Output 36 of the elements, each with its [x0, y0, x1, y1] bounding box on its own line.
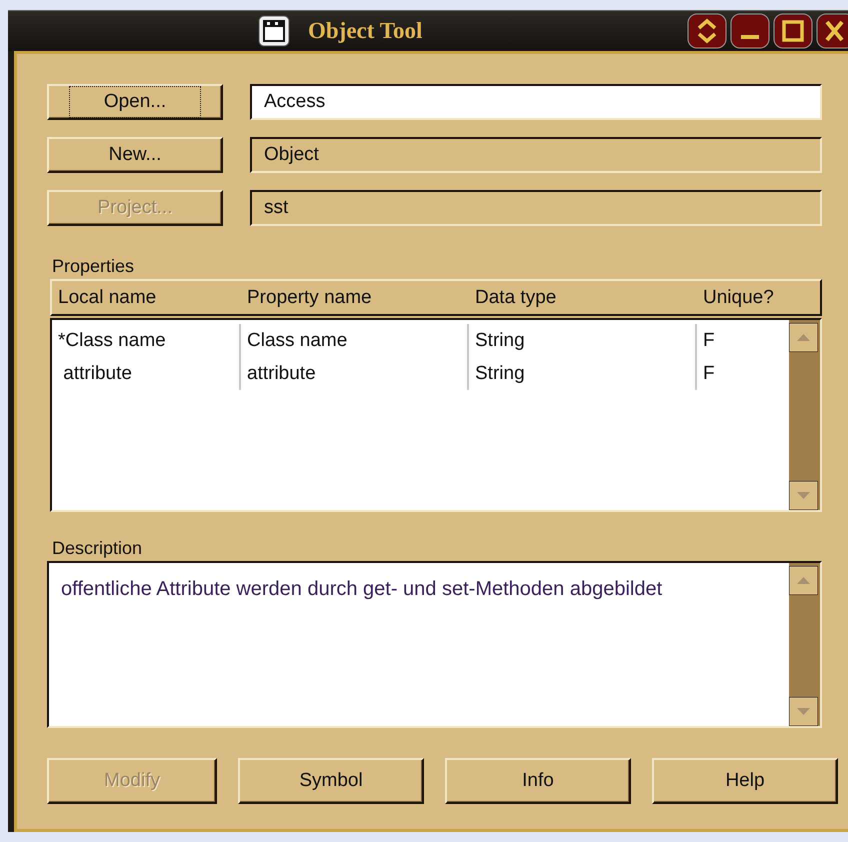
- close-icon[interactable]: [816, 13, 848, 49]
- text-field[interactable]: sst: [250, 190, 822, 226]
- column-header[interactable]: Unique?: [697, 286, 820, 308]
- column-header[interactable]: Property name: [241, 286, 469, 308]
- scroll-down-icon[interactable]: [789, 481, 818, 510]
- table-cell-text: F: [702, 362, 716, 386]
- table-cell: attribute: [241, 357, 469, 390]
- table-cell: Class name: [241, 324, 469, 357]
- maximize-icon[interactable]: [773, 13, 813, 49]
- description-text: offentliche Attribute werden durch get- und set-Methoden abgebildet: [60, 577, 664, 602]
- description-box[interactable]: offentliche Attribute werden durch get- und set-Methoden abgebildet: [47, 561, 822, 728]
- section-label: Description: [52, 538, 142, 559]
- scroll-up-icon[interactable]: [789, 566, 818, 595]
- table-cell: String: [469, 324, 697, 357]
- table-cell-text: F: [702, 328, 716, 352]
- window-title: Object Tool: [308, 18, 422, 44]
- dialog-button[interactable]: Symbol: [238, 758, 424, 804]
- column-header[interactable]: Local name: [52, 286, 241, 308]
- column-header[interactable]: Data type: [469, 286, 697, 308]
- table-cell: String: [469, 357, 697, 390]
- scrollbar[interactable]: [789, 320, 820, 510]
- dialog-button[interactable]: Info: [445, 758, 631, 804]
- chevrons-icon[interactable]: [687, 13, 727, 49]
- scroll-up-icon[interactable]: [789, 323, 818, 352]
- dialog-button[interactable]: Help: [652, 758, 838, 804]
- table-cell: *Class name: [52, 324, 241, 357]
- open-button[interactable]: Open...: [47, 84, 223, 120]
- window-icon: [258, 15, 290, 47]
- text-field[interactable]: Object: [250, 137, 822, 173]
- scroll-down-icon[interactable]: [789, 697, 818, 726]
- new-button[interactable]: New...: [47, 137, 223, 173]
- text-field[interactable]: Access: [250, 84, 822, 120]
- minimize-icon[interactable]: [730, 13, 770, 49]
- table-cell: attribute: [52, 357, 241, 390]
- scrollbar[interactable]: [789, 563, 820, 726]
- section-label: Properties: [52, 256, 134, 277]
